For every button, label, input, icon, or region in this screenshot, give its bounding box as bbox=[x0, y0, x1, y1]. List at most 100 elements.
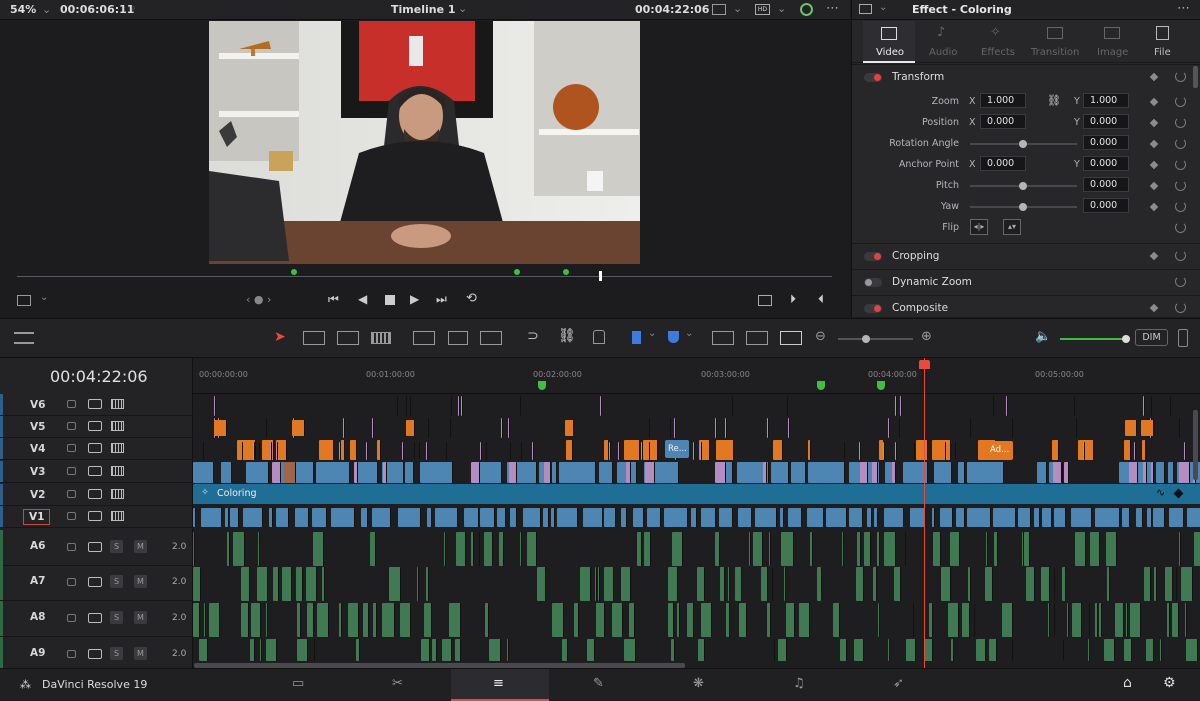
reset-icon[interactable] bbox=[1175, 222, 1186, 233]
title-clip[interactable] bbox=[649, 418, 651, 438]
audio-clip[interactable] bbox=[962, 603, 970, 637]
position-y-input[interactable]: 0.000 bbox=[1083, 114, 1129, 129]
title-clip[interactable] bbox=[618, 442, 620, 460]
keyframe-icon[interactable] bbox=[1150, 140, 1158, 148]
audio-clip[interactable] bbox=[520, 532, 522, 566]
page-tab-fusion[interactable]: ✎ bbox=[551, 669, 649, 701]
audio-clip[interactable] bbox=[1181, 567, 1193, 601]
video-clip[interactable] bbox=[1018, 508, 1031, 527]
zoom-out-icon[interactable]: ⊖ bbox=[815, 329, 826, 344]
audio-clip[interactable] bbox=[739, 603, 747, 637]
video-clip[interactable] bbox=[225, 508, 229, 527]
audio-clip[interactable] bbox=[1024, 532, 1029, 566]
rotation-input[interactable]: 0.000 bbox=[1083, 135, 1129, 150]
title-clip[interactable] bbox=[461, 396, 463, 416]
audio-clip[interactable] bbox=[266, 639, 276, 661]
video-clip[interactable] bbox=[1136, 508, 1143, 527]
playhead-line[interactable] bbox=[924, 358, 925, 668]
audio-clip[interactable] bbox=[363, 603, 369, 637]
audio-clip[interactable] bbox=[1176, 567, 1178, 601]
audio-clip[interactable] bbox=[833, 603, 840, 637]
mute-button[interactable]: M bbox=[134, 540, 147, 553]
hd-icon[interactable]: HD bbox=[755, 4, 770, 15]
page-tab-media[interactable]: ▭ bbox=[250, 669, 348, 701]
audio-clip[interactable] bbox=[799, 603, 811, 637]
audio-clip[interactable] bbox=[888, 639, 891, 661]
title-clip[interactable] bbox=[366, 442, 368, 460]
audio-clip[interactable] bbox=[873, 567, 878, 601]
zoom-y-input[interactable]: 1.000 bbox=[1083, 93, 1129, 108]
title-clip[interactable] bbox=[900, 396, 902, 416]
timeline-marker[interactable] bbox=[877, 381, 885, 390]
video-clip[interactable] bbox=[633, 508, 644, 527]
audio-clip[interactable] bbox=[906, 639, 916, 661]
title-clip[interactable] bbox=[1179, 418, 1181, 438]
audio-clip[interactable] bbox=[449, 603, 462, 637]
video-clip[interactable] bbox=[319, 440, 335, 460]
mute-button[interactable]: M bbox=[134, 611, 147, 624]
video-clip[interactable] bbox=[566, 440, 573, 460]
lock-icon[interactable] bbox=[67, 490, 76, 498]
solo-button[interactable]: S bbox=[110, 575, 123, 588]
title-clip[interactable] bbox=[674, 418, 676, 438]
title-clip[interactable] bbox=[725, 418, 727, 438]
video-clip[interactable] bbox=[1141, 420, 1155, 436]
audio-clip[interactable] bbox=[687, 603, 695, 637]
blade-tool-icon[interactable] bbox=[371, 332, 391, 344]
audio-clip[interactable] bbox=[489, 639, 501, 661]
audio-clip[interactable] bbox=[1130, 603, 1141, 637]
yaw-input[interactable]: 0.000 bbox=[1083, 198, 1129, 213]
video-clip[interactable] bbox=[763, 462, 767, 483]
video-clip[interactable] bbox=[934, 462, 953, 483]
color-wheel-icon[interactable] bbox=[800, 3, 813, 16]
keyframe-icon[interactable] bbox=[1150, 203, 1158, 211]
transform-section-header[interactable]: Transform bbox=[852, 64, 1200, 89]
audio-clip[interactable] bbox=[444, 532, 446, 566]
audio-clip[interactable] bbox=[884, 532, 896, 566]
audio-clip[interactable] bbox=[753, 532, 763, 566]
audio-clip[interactable] bbox=[612, 603, 623, 637]
video-clip[interactable] bbox=[292, 420, 305, 436]
track-header-a8[interactable]: A8SM2.0 bbox=[0, 601, 193, 637]
title-clip[interactable] bbox=[270, 442, 272, 460]
audio-clip[interactable] bbox=[1194, 532, 1200, 566]
audio-clip[interactable] bbox=[479, 532, 481, 566]
audio-clip[interactable] bbox=[471, 532, 475, 566]
audio-clip[interactable] bbox=[373, 603, 378, 637]
title-clip[interactable] bbox=[414, 442, 416, 460]
video-clip[interactable] bbox=[427, 508, 433, 527]
anchor-x-input[interactable]: 0.000 bbox=[980, 156, 1026, 171]
lock-icon[interactable] bbox=[67, 512, 76, 520]
track-enable-icon[interactable] bbox=[111, 443, 124, 453]
audio-clip[interactable] bbox=[193, 603, 200, 637]
reset-icon[interactable] bbox=[1175, 117, 1186, 128]
slider-knob[interactable] bbox=[1019, 182, 1027, 190]
video-clip[interactable] bbox=[405, 462, 414, 483]
audio-clip[interactable] bbox=[250, 639, 255, 661]
auto-select-icon[interactable] bbox=[88, 613, 102, 623]
video-clip[interactable] bbox=[958, 462, 965, 483]
audio-clip[interactable] bbox=[1089, 603, 1091, 637]
audio-clip[interactable] bbox=[697, 567, 705, 601]
options-icon[interactable]: ◦ bbox=[130, 2, 137, 15]
video-clip[interactable] bbox=[874, 508, 878, 527]
chevron-down-icon[interactable]: ⌄ bbox=[42, 3, 51, 16]
video-clip[interactable] bbox=[826, 508, 847, 527]
audio-clip[interactable] bbox=[199, 639, 209, 661]
audio-clip[interactable] bbox=[574, 603, 579, 637]
video-clip[interactable] bbox=[773, 440, 783, 460]
lock-icon[interactable] bbox=[67, 650, 76, 658]
video-clip[interactable] bbox=[471, 462, 480, 483]
go-to-end-icon[interactable]: ⏭ bbox=[436, 292, 447, 307]
track-name[interactable]: A6 bbox=[30, 540, 45, 552]
video-clip[interactable] bbox=[621, 508, 627, 527]
audio-clip[interactable] bbox=[306, 567, 316, 601]
video-clip[interactable] bbox=[780, 508, 784, 527]
audio-clip[interactable] bbox=[348, 603, 359, 637]
audio-clip[interactable] bbox=[1124, 639, 1132, 661]
title-clip[interactable] bbox=[600, 396, 602, 416]
viewer-mode-icon[interactable] bbox=[712, 4, 726, 15]
track-enable-icon[interactable] bbox=[111, 511, 124, 521]
video-clip[interactable] bbox=[993, 508, 1016, 527]
video-clip[interactable] bbox=[604, 508, 616, 527]
